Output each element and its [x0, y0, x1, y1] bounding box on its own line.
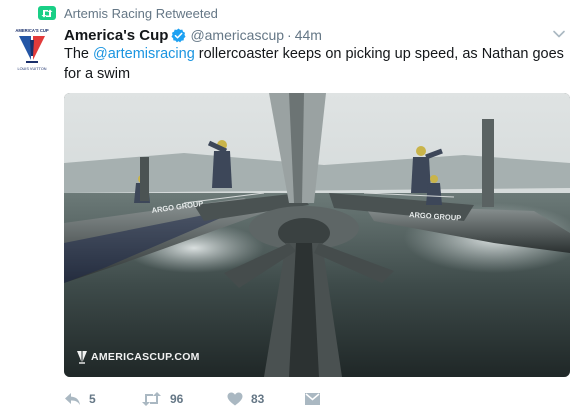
retweet-count: 96: [170, 392, 184, 406]
tweet-text-part: The: [64, 46, 94, 62]
direct-message-icon: [305, 393, 320, 405]
mention-link[interactable]: @artemisracing: [93, 46, 195, 62]
header-separator: ·: [287, 27, 292, 43]
direct-message-button[interactable]: [304, 392, 321, 406]
reply-button[interactable]: 5: [64, 392, 141, 406]
reply-icon: [65, 393, 80, 405]
reply-count: 5: [89, 392, 96, 406]
watermark-text: AMERICASCUP.COM: [91, 351, 200, 363]
like-button[interactable]: 83: [227, 392, 304, 406]
retweet-button[interactable]: 96: [141, 392, 227, 406]
americas-cup-logo-icon: AMERICA'S CUP LOUIS VUITTON: [15, 28, 49, 71]
media-watermark: AMERICASCUP.COM: [76, 350, 200, 364]
retweet-context-text: Artemis Racing Retweeted: [64, 5, 218, 21]
retweet-context[interactable]: Artemis Racing Retweeted: [38, 4, 218, 22]
author-display-name[interactable]: America's Cup: [64, 27, 168, 44]
svg-text:AMERICA'S CUP: AMERICA'S CUP: [15, 28, 49, 33]
avatar[interactable]: AMERICA'S CUP LOUIS VUITTON: [10, 26, 54, 76]
author-handle[interactable]: @americascup: [190, 27, 284, 43]
americas-cup-watermark-icon: [77, 351, 87, 364]
tweet-actions: 5 96 83: [64, 388, 321, 410]
verified-badge-icon: [171, 27, 186, 42]
tweet-text: The @artemisracing rollercoaster keeps o…: [64, 44, 570, 84]
svg-text:LOUIS VUITTON: LOUIS VUITTON: [17, 67, 46, 71]
tweet-media[interactable]: ARGO GROUP ARGO GROUP AMERICASCUP.COM: [64, 93, 570, 377]
media-image: ARGO GROUP ARGO GROUP: [64, 93, 570, 377]
tweet-header: America's Cup @americascup · 44m: [64, 25, 322, 45]
tweet-timestamp[interactable]: 44m: [295, 27, 322, 43]
chevron-down-icon[interactable]: [552, 27, 566, 41]
like-count: 83: [251, 392, 265, 406]
retweet-icon: [142, 392, 161, 406]
like-icon: [227, 392, 243, 406]
retweet-icon: [38, 6, 56, 20]
